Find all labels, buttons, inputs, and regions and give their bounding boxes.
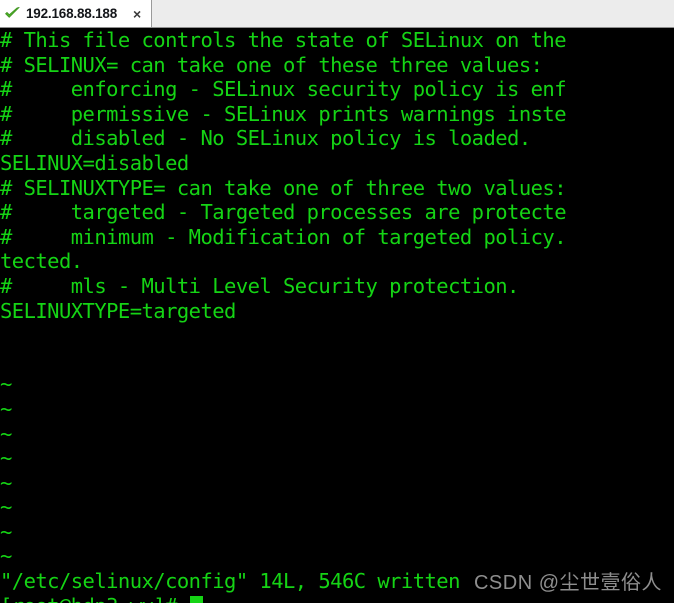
terminal-line: ~ bbox=[0, 446, 12, 471]
terminal-line: # disabled - No SELinux policy is loaded… bbox=[0, 126, 531, 151]
terminal-line: # enforcing - SELinux security policy is… bbox=[0, 77, 567, 102]
terminal-line: SELINUXTYPE=targeted bbox=[0, 298, 236, 323]
terminal-line: # minimum - Modification of targeted pol… bbox=[0, 224, 567, 249]
close-icon[interactable]: × bbox=[129, 6, 145, 22]
block-cursor bbox=[189, 595, 203, 603]
terminal-line: SELINUX=disabled bbox=[0, 150, 189, 175]
terminal-line: # This file controls the state of SELinu… bbox=[0, 28, 567, 52]
shell-prompt-line: [root@hdp3 wy]# bbox=[0, 594, 674, 603]
terminal-line: # SELINUX= can take one of these three v… bbox=[0, 52, 543, 77]
terminal-line: ~ bbox=[0, 372, 12, 397]
terminal-line: # permissive - SELinux prints warnings i… bbox=[0, 101, 567, 126]
tab-bar: 192.168.88.188 × bbox=[0, 0, 674, 28]
terminal-line: tected. bbox=[0, 249, 83, 274]
tab-label: 192.168.88.188 bbox=[26, 6, 118, 21]
terminal-text-area: # This file controls the state of SELinu… bbox=[0, 28, 674, 603]
terminal-line: ~ bbox=[0, 421, 12, 446]
terminal-line: ~ bbox=[0, 396, 12, 421]
terminal-line: "/etc/selinux/config" 14L, 546C written bbox=[0, 569, 460, 594]
terminal-screen[interactable]: # This file controls the state of SELinu… bbox=[0, 28, 674, 603]
terminal-line: ~ bbox=[0, 544, 12, 569]
terminal-session-tab[interactable]: 192.168.88.188 × bbox=[0, 0, 153, 27]
terminal-line: ~ bbox=[0, 495, 12, 520]
green-check-icon bbox=[4, 5, 21, 22]
terminal-line: # SELINUXTYPE= can take one of three two… bbox=[0, 175, 567, 200]
terminal-line: ~ bbox=[0, 519, 12, 544]
terminal-line: # targeted - Targeted processes are prot… bbox=[0, 200, 567, 225]
terminal-line: ~ bbox=[0, 470, 12, 495]
tab-bar-empty-area bbox=[152, 0, 674, 27]
terminal-line: # mls - Multi Level Security protection. bbox=[0, 273, 519, 298]
shell-prompt-text: [root@hdp3 wy]# bbox=[0, 594, 189, 603]
